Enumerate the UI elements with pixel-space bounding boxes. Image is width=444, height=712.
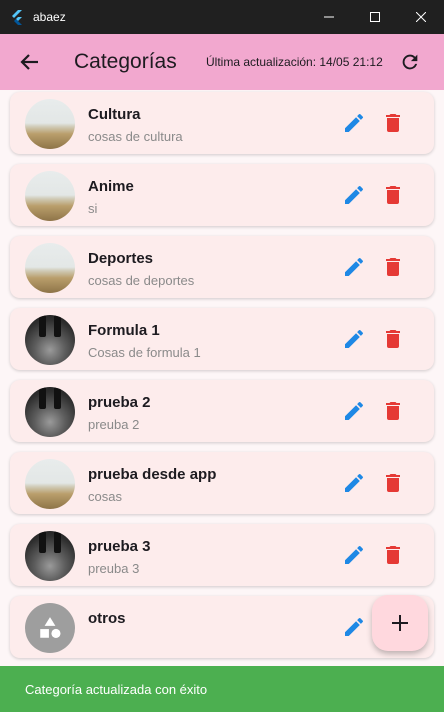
category-name: prueba 3	[88, 538, 151, 555]
category-image	[25, 459, 75, 509]
window-title: abaez	[33, 10, 66, 24]
category-card[interactable]: prueba 3 preuba 3	[10, 524, 434, 586]
category-description: preuba 2	[88, 417, 140, 432]
category-name: Deportes	[88, 250, 154, 267]
category-card[interactable]: Anime si	[10, 164, 434, 226]
edit-icon[interactable]	[342, 543, 366, 567]
delete-icon[interactable]	[381, 471, 405, 495]
category-card[interactable]: prueba 2 preuba 2	[10, 380, 434, 442]
edit-icon[interactable]	[342, 471, 366, 495]
delete-icon[interactable]	[381, 327, 405, 351]
delete-icon[interactable]	[381, 183, 405, 207]
edit-icon[interactable]	[342, 111, 366, 135]
category-name: prueba desde app	[88, 466, 217, 483]
delete-icon[interactable]	[381, 255, 405, 279]
category-image	[25, 171, 75, 221]
category-description: Cosas de formula 1	[88, 345, 201, 360]
delete-icon[interactable]	[381, 543, 405, 567]
edit-icon[interactable]	[342, 183, 366, 207]
delete-icon[interactable]	[381, 111, 405, 135]
snackbar-message: Categoría actualizada con éxito	[25, 681, 208, 697]
category-list[interactable]: Cultura cosas de cultura Anime si Deport…	[0, 90, 444, 666]
category-description: cosas de deportes	[88, 273, 195, 288]
maximize-icon	[370, 12, 380, 22]
minimize-button[interactable]	[306, 0, 352, 34]
close-icon	[416, 12, 426, 22]
flutter-logo-icon	[12, 10, 22, 25]
snackbar: Categoría actualizada con éxito	[0, 666, 444, 712]
category-name: Formula 1	[88, 322, 160, 339]
category-name: Cultura	[88, 106, 141, 123]
category-shapes-icon	[40, 617, 61, 638]
add-category-button[interactable]	[372, 595, 428, 651]
category-card[interactable]: Cultura cosas de cultura	[10, 92, 434, 154]
refresh-icon	[402, 54, 418, 70]
app-bar: Categorías Última actualización: 14/05 2…	[0, 34, 444, 90]
back-button[interactable]	[16, 48, 44, 76]
category-image	[25, 243, 75, 293]
category-name: Anime	[88, 178, 134, 195]
refresh-button[interactable]	[398, 50, 422, 74]
category-description: preuba 3	[88, 561, 140, 576]
category-description: si	[88, 201, 98, 216]
category-card[interactable]: otros	[10, 596, 434, 658]
category-card[interactable]: prueba desde app cosas	[10, 452, 434, 514]
edit-icon[interactable]	[342, 255, 366, 279]
category-image	[25, 603, 75, 653]
edit-icon[interactable]	[342, 327, 366, 351]
category-description: cosas	[88, 489, 122, 504]
arrow-back-icon	[20, 54, 38, 70]
category-name: prueba 2	[88, 394, 151, 411]
last-updated-text: Última actualización: 14/05 21:12	[206, 55, 383, 69]
close-window-button[interactable]	[398, 0, 444, 34]
plus-icon	[392, 615, 408, 631]
category-description: cosas de cultura	[88, 129, 183, 144]
category-image	[25, 387, 75, 437]
edit-icon[interactable]	[342, 615, 366, 639]
category-card[interactable]: Deportes cosas de deportes	[10, 236, 434, 298]
category-image	[25, 315, 75, 365]
category-card[interactable]: Formula 1 Cosas de formula 1	[10, 308, 434, 370]
page-title: Categorías	[74, 50, 177, 73]
category-image	[25, 531, 75, 581]
category-image	[25, 99, 75, 149]
category-name: otros	[88, 610, 126, 627]
maximize-button[interactable]	[352, 0, 398, 34]
minimize-icon	[324, 16, 334, 18]
window-titlebar: abaez	[0, 0, 444, 34]
delete-icon[interactable]	[381, 399, 405, 423]
edit-icon[interactable]	[342, 399, 366, 423]
